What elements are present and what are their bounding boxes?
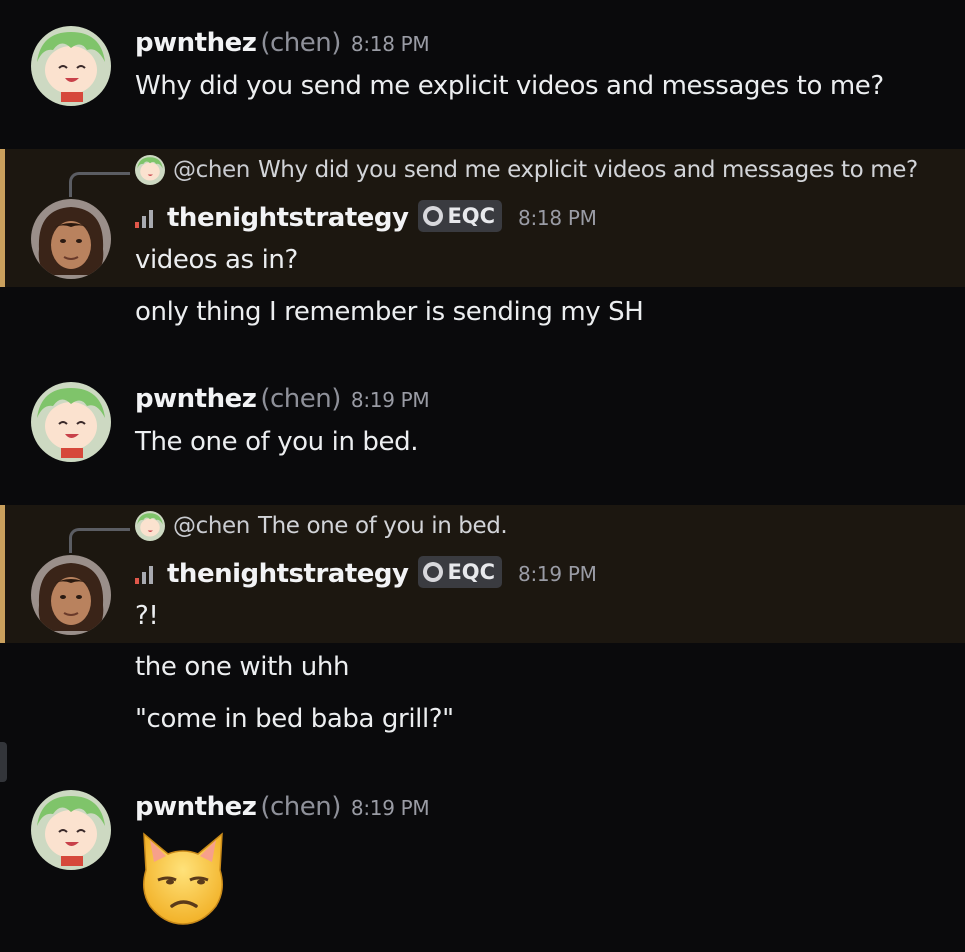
username[interactable]: thenightstrategy	[167, 559, 409, 589]
message-text: the one with uhh	[135, 652, 350, 682]
message-header: pwnthez (chen) 8:18 PM	[135, 28, 430, 58]
tag-icon	[423, 206, 444, 226]
message-group: pwnthez (chen) 8:19 PM	[0, 764, 965, 952]
message-group: pwnthez (chen) 8:18 PM Why did you send …	[0, 0, 965, 140]
message-header: pwnthez (chen) 8:19 PM	[135, 384, 430, 414]
tag-label: EQC	[447, 560, 496, 584]
message-group: pwnthez (chen) 8:19 PM The one of you in…	[0, 356, 965, 496]
message-header: thenightstrategy EQC 8:18 PM	[135, 200, 597, 234]
reply-preview[interactable]: @chen Why did you send me explicit video…	[135, 155, 918, 185]
reply-mention[interactable]: @chen	[173, 513, 250, 539]
timestamp[interactable]: 8:18 PM	[351, 32, 430, 56]
server-tag[interactable]: EQC	[418, 200, 503, 232]
avatar-thenightstrategy[interactable]	[31, 555, 111, 635]
unamused-cat-emoji[interactable]	[138, 830, 228, 930]
reply-avatar	[135, 511, 165, 541]
nickname: (chen)	[260, 384, 341, 414]
message-text: ?!	[135, 601, 159, 631]
avatar-thenightstrategy[interactable]	[31, 199, 111, 279]
message-highlighted: @chen The one of you in bed. thenightstr…	[0, 505, 965, 643]
avatar-pwnthez[interactable]	[31, 790, 111, 870]
signal-icon	[135, 564, 153, 584]
message-text: Why did you send me explicit videos and …	[135, 71, 884, 101]
signal-icon	[135, 208, 153, 228]
nickname: (chen)	[260, 792, 341, 822]
avatar-pwnthez[interactable]	[31, 26, 111, 106]
message-highlighted: @chen Why did you send me explicit video…	[0, 149, 965, 287]
username[interactable]: pwnthez	[135, 28, 257, 58]
username[interactable]: pwnthez	[135, 384, 257, 414]
username[interactable]: pwnthez	[135, 792, 257, 822]
reply-preview[interactable]: @chen The one of you in bed.	[135, 511, 508, 541]
tag-icon	[423, 562, 444, 582]
reply-spine	[69, 528, 130, 553]
timestamp[interactable]: 8:19 PM	[351, 388, 430, 412]
avatar-pwnthez[interactable]	[31, 382, 111, 462]
server-tag[interactable]: EQC	[418, 556, 503, 588]
timestamp[interactable]: 8:18 PM	[518, 206, 597, 230]
message-header: thenightstrategy EQC 8:19 PM	[135, 556, 597, 590]
reply-mention[interactable]: @chen	[173, 157, 250, 183]
nickname: (chen)	[260, 28, 341, 58]
message-text: videos as in?	[135, 245, 298, 275]
reply-spine	[69, 172, 130, 197]
reply-avatar	[135, 155, 165, 185]
username[interactable]: thenightstrategy	[167, 203, 409, 233]
message-text: The one of you in bed.	[135, 427, 419, 457]
message-header: pwnthez (chen) 8:19 PM	[135, 792, 430, 822]
timestamp[interactable]: 8:19 PM	[351, 796, 430, 820]
reply-text: The one of you in bed.	[257, 513, 508, 539]
message-text: only thing I remember is sending my SH	[135, 297, 644, 327]
tag-label: EQC	[447, 204, 496, 228]
timestamp[interactable]: 8:19 PM	[518, 562, 597, 586]
reply-text: Why did you send me explicit videos and …	[257, 157, 918, 183]
message-text: "come in bed baba grill?"	[135, 704, 454, 734]
